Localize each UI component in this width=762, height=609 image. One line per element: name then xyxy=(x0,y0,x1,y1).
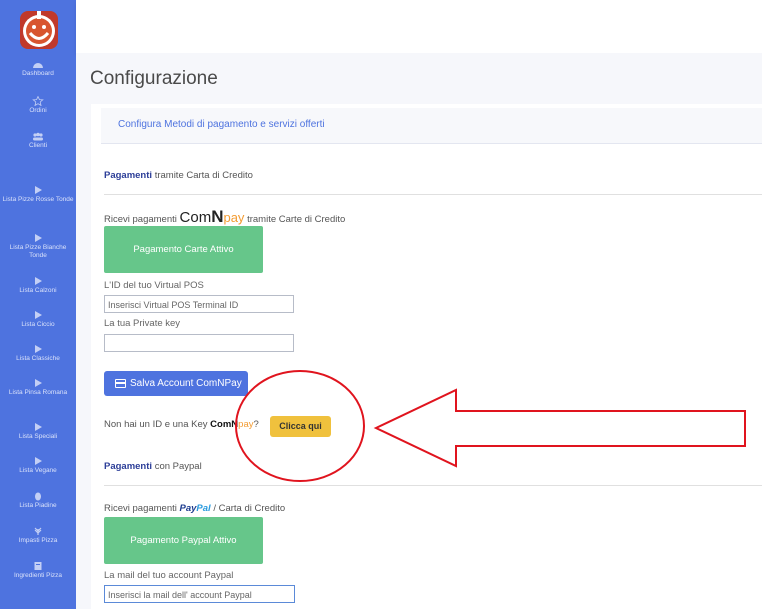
comnpay-logo: ComNpay xyxy=(210,419,254,430)
card-header: Configura Metodi di pagamento e servizi … xyxy=(101,108,762,144)
click-here-button[interactable]: Clicca qui xyxy=(270,416,331,437)
card-payment-active-button[interactable]: Pagamento Carte Attivo xyxy=(104,226,263,273)
receive-comnpay-text: Ricevi pagamenti ComNpay tramite Carte d… xyxy=(104,207,346,226)
sidebar-item-label: Lista Classiche xyxy=(16,355,60,362)
sidebar-item-impasti[interactable]: Impasti Pizza xyxy=(0,526,76,545)
smiley-logo-icon[interactable] xyxy=(17,8,61,52)
sidebar-item-label: Lista Pizze Bianche Tonde xyxy=(9,244,67,259)
sidebar-item-speciali[interactable]: Lista Speciali xyxy=(0,422,76,441)
receive-paypal-text: Ricevi pagamenti PayPal / Carta di Credi… xyxy=(104,503,286,514)
paypal-mail-label: La mail del tuo account Paypal xyxy=(104,570,234,581)
paypal-logo: PayPal xyxy=(179,503,211,514)
card-header-title: Configura Metodi di pagamento e servizi … xyxy=(118,119,325,130)
credit-card-section-title: Pagamenti tramite Carta di Credito xyxy=(104,170,253,181)
sidebar-item-classiche[interactable]: Lista Classiche xyxy=(0,344,76,363)
pizza-slice-icon xyxy=(35,457,42,465)
sidebar-item-pizze-rosse[interactable]: Lista Pizze Rosse Tonde xyxy=(0,185,76,204)
sidebar-item-pinsa-romana[interactable]: Lista Pinsa Romana xyxy=(0,378,76,397)
sidebar-item-vegane[interactable]: Lista Vegane xyxy=(0,456,76,475)
paypal-mail-input[interactable]: Inserisci la mail dell' account Paypal xyxy=(104,585,295,603)
top-navbar xyxy=(76,0,762,53)
sidebar-item-label: Lista Speciali xyxy=(18,433,58,440)
divider xyxy=(104,485,762,486)
sidebar-item-label: Ordini xyxy=(29,107,47,114)
paypal-active-button[interactable]: Pagamento Paypal Attivo xyxy=(104,517,263,564)
pizza-slice-icon xyxy=(35,277,42,285)
page-title: Configurazione xyxy=(90,68,218,89)
no-id-prompt: Non hai un ID e una Key ComNpay? xyxy=(104,419,259,430)
sidebar-item-label: Lista Vegane xyxy=(19,467,57,474)
sidebar-item-calzoni[interactable]: Lista Calzoni xyxy=(0,276,76,295)
pizza-slice-icon xyxy=(35,423,42,431)
private-key-label: La tua Private key xyxy=(104,318,181,329)
box-icon xyxy=(34,562,42,570)
sidebar-item-label: Lista Pinsa Romana xyxy=(8,389,68,396)
virtual-pos-input[interactable]: Inserisci Virtual POS Terminal ID xyxy=(104,295,294,313)
divider xyxy=(104,194,762,195)
sidebar-item-label: Clienti xyxy=(28,142,48,149)
sidebar-item-ingredienti[interactable]: Ingredienti Pizza xyxy=(0,561,76,580)
sidebar-item-label: Lista Ciccio xyxy=(21,321,55,328)
comnpay-logo: ComNpay xyxy=(179,207,245,226)
sidebar-item-ciccio[interactable]: Lista Ciccio xyxy=(0,310,76,329)
users-icon xyxy=(33,132,43,141)
sidebar-item-ordini[interactable]: Ordini xyxy=(0,96,76,115)
egg-icon xyxy=(35,492,41,501)
sidebar-item-label: Impasti Pizza xyxy=(18,537,58,544)
sidebar-item-pizze-bianche[interactable]: Lista Pizze Bianche Tonde xyxy=(0,233,76,260)
dashboard-icon xyxy=(33,63,43,68)
paypal-section-title: Pagamenti con Paypal xyxy=(104,461,202,472)
pizza-slice-icon xyxy=(35,186,42,194)
pizza-slice-icon xyxy=(35,234,42,242)
star-icon xyxy=(32,96,44,106)
sidebar-item-piadine[interactable]: Lista Piadine xyxy=(0,491,76,510)
sidebar-item-label: Lista Piadine xyxy=(19,502,57,509)
sidebar-item-label: Ingredienti Pizza xyxy=(13,572,63,579)
save-comnpay-account-button[interactable]: Salva Account ComNPay xyxy=(104,371,248,396)
pizza-slice-icon xyxy=(35,311,42,319)
pizza-slice-icon xyxy=(35,345,42,353)
credit-card-icon xyxy=(115,379,126,388)
sidebar-item-label: Lista Pizze Rosse Tonde xyxy=(2,196,74,203)
private-key-input[interactable] xyxy=(104,334,294,352)
wheat-icon xyxy=(34,527,42,535)
sidebar-item-clienti[interactable]: Clienti xyxy=(0,131,76,150)
sidebar: Dashboard Ordini Clienti Lista Pizze Ros… xyxy=(0,0,76,609)
virtual-pos-label: L'ID del tuo Virtual POS xyxy=(104,280,204,291)
sidebar-item-dashboard[interactable]: Dashboard xyxy=(0,59,76,78)
sidebar-item-label: Lista Calzoni xyxy=(19,287,57,294)
sidebar-item-label: Dashboard xyxy=(22,70,54,77)
pizza-slice-icon xyxy=(35,379,42,387)
